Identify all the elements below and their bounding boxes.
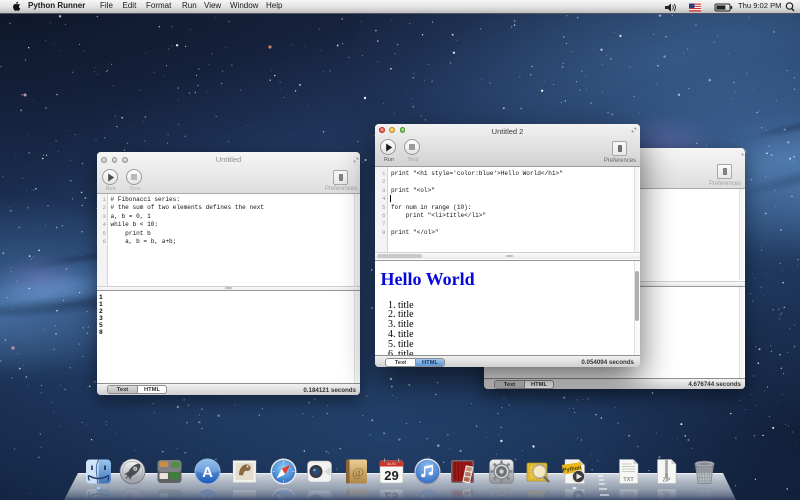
svg-text:AUG: AUG xyxy=(387,461,396,466)
svg-text:29: 29 xyxy=(384,468,398,483)
svg-text:TXT: TXT xyxy=(623,477,634,483)
svg-text:A: A xyxy=(202,464,213,481)
svg-text:@: @ xyxy=(352,464,364,479)
svg-text:ZIP: ZIP xyxy=(663,477,671,483)
